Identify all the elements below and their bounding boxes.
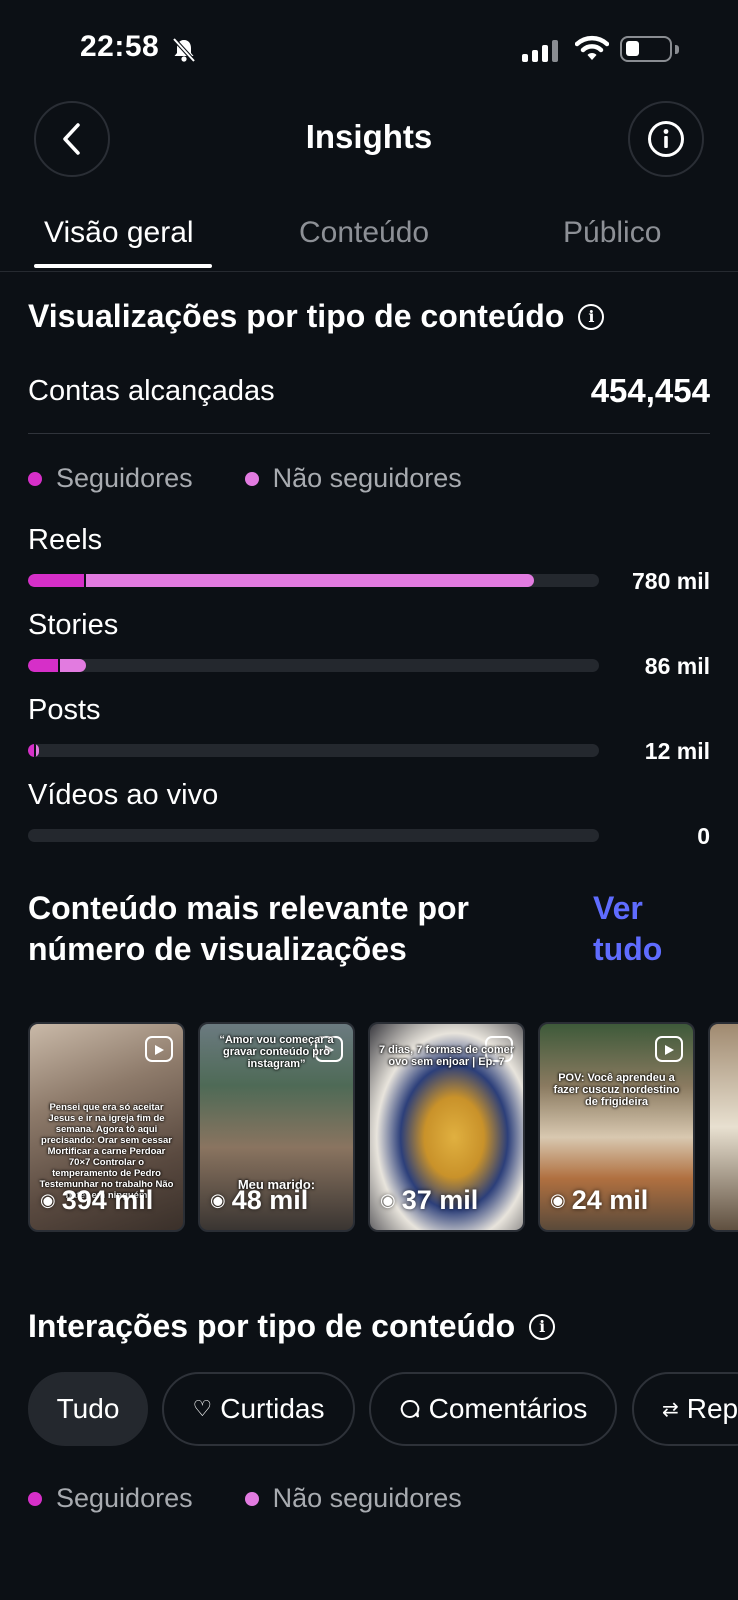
interactions-legend: Seguidores Não seguidores <box>28 1483 462 1514</box>
thumbnail-views: ◉ 48 mil <box>210 1185 309 1215</box>
interactions-section-title: Interações por tipo de conteúdo <box>28 1308 516 1344</box>
bar-stories <box>28 659 599 672</box>
bell-muted-icon <box>172 37 196 63</box>
info-icon <box>648 121 684 157</box>
wifi-icon <box>575 35 609 60</box>
heart-icon: ♡ <box>192 1396 213 1421</box>
thumbnail-views: ◉ 37 mil <box>380 1185 479 1215</box>
bar-live <box>28 829 599 842</box>
reach-label: Contas alcançadas <box>28 375 275 407</box>
views-legend: Seguidores Não seguidores <box>28 463 462 494</box>
top-content-title: Conteúdo mais relevante por número de vi… <box>28 890 469 967</box>
thumbnail-views: ◉ 24 mil <box>550 1185 649 1215</box>
legend-non-followers: Não seguidores <box>272 1483 462 1513</box>
active-tab-indicator <box>34 264 212 268</box>
reels-icon <box>145 1036 173 1062</box>
tab-content[interactable]: Conteúdo <box>299 216 429 250</box>
bar-reels <box>28 574 599 587</box>
chip-reposts[interactable]: ⇄ Rep <box>632 1372 738 1446</box>
tab-overview[interactable]: Visão geral <box>44 216 194 250</box>
battery-icon <box>620 36 679 62</box>
views-section-header: Visualizações por tipo de conteúdo i <box>28 296 605 337</box>
tabs-divider <box>0 271 738 272</box>
followers-dot <box>28 1491 42 1506</box>
thumbnail-views: ◉ 394 mil <box>40 1185 154 1215</box>
reel-thumbnail[interactable]: 7 dias, 7 formas de comer ovo sem enjoar… <box>368 1022 525 1232</box>
eye-icon: ◉ <box>210 1190 226 1210</box>
eye-icon: ◉ <box>40 1190 56 1210</box>
bar-segment-non-followers <box>83 574 535 587</box>
status-time: 22:58 <box>80 30 160 63</box>
thumbnail-caption: “Amor vou começar a gravar conteúdo pro … <box>219 1034 334 1070</box>
bar-value-live: 0 <box>697 823 710 849</box>
bar-segment-followers <box>28 659 59 672</box>
reach-value: 454,454 <box>590 372 710 409</box>
legend-followers: Seguidores <box>56 463 193 493</box>
reel-thumbnail-partial[interactable] <box>708 1022 738 1232</box>
bar-value-stories: 86 mil <box>644 653 710 679</box>
thumbnail-caption: POV: Você aprendeu a fazer cuscuz nordes… <box>553 1072 680 1108</box>
reels-icon <box>655 1036 683 1062</box>
chip-likes[interactable]: ♡ Curtidas <box>162 1372 355 1446</box>
bar-label-posts: Posts <box>28 694 101 726</box>
interactions-section-header: Interações por tipo de conteúdo i <box>28 1306 556 1347</box>
views-info-icon[interactable]: i <box>578 303 605 330</box>
bar-segment-non-followers <box>33 744 40 757</box>
non-followers-dot <box>244 1491 259 1506</box>
bar-segment-followers <box>28 574 84 587</box>
legend-non-followers: Não seguidores <box>272 463 462 493</box>
legend-followers: Seguidores <box>56 1483 193 1513</box>
eye-icon: ◉ <box>550 1190 566 1210</box>
bar-value-posts: 12 mil <box>644 738 710 764</box>
views-section-title: Visualizações por tipo de conteúdo <box>28 298 565 334</box>
comment-icon <box>400 1399 419 1418</box>
divider <box>28 433 710 434</box>
see-all-link[interactable]: Ver tudo <box>593 888 683 970</box>
chip-comments[interactable]: Comentários <box>369 1372 617 1446</box>
reel-thumbnail[interactable]: Pensei que era só aceitar Jesus e ir na … <box>28 1022 185 1232</box>
info-button[interactable] <box>628 101 704 177</box>
reel-thumbnail[interactable]: “Amor vou começar a gravar conteúdo pro … <box>198 1022 355 1232</box>
reel-thumbnail[interactable]: POV: Você aprendeu a fazer cuscuz nordes… <box>538 1022 695 1232</box>
eye-icon: ◉ <box>380 1190 396 1210</box>
chip-all[interactable]: Tudo <box>28 1372 148 1446</box>
tab-audience[interactable]: Público <box>563 216 661 250</box>
bar-label-live: Vídeos ao vivo <box>28 779 219 811</box>
followers-dot <box>28 471 42 486</box>
bar-posts <box>28 744 599 757</box>
signal-icon <box>522 38 558 62</box>
interactions-info-icon[interactable]: i <box>529 1313 556 1340</box>
thumbnail-caption: 7 dias, 7 formas de comer ovo sem enjoar… <box>378 1044 515 1068</box>
non-followers-dot <box>244 471 259 486</box>
bar-value-reels: 780 mil <box>632 568 710 594</box>
bar-label-stories: Stories <box>28 609 119 641</box>
repost-icon: ⇄ <box>662 1398 679 1421</box>
bar-segment-non-followers <box>58 659 86 672</box>
bar-label-reels: Reels <box>28 524 103 556</box>
bar-segment-followers <box>28 744 34 757</box>
